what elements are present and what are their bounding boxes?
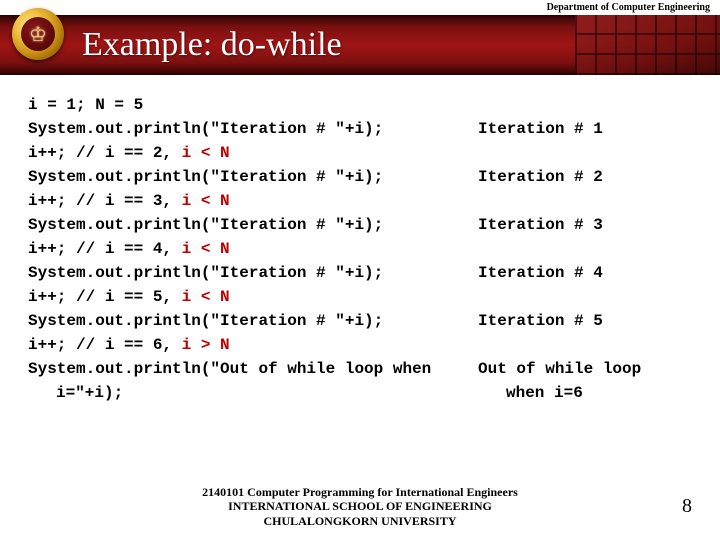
footer-course: 2140101 Computer Programming for Interna… [0,485,720,499]
output-line [478,189,696,213]
page-number: 8 [682,495,692,518]
keyboard-decoration [575,15,720,75]
output-line [478,93,696,117]
code-line: i="+i); [28,381,478,405]
slide-footer: 2140101 Computer Programming for Interna… [0,485,720,528]
code-line: System.out.println("Iteration # "+i); [28,117,478,141]
output-line [478,285,696,309]
slide-header: Department of Computer Engineering Examp… [0,0,720,75]
code-line: i++; // i == 2, i < N [28,141,478,165]
output-line: Out of while loop [478,357,696,381]
code-line: System.out.println("Iteration # "+i); [28,165,478,189]
code-line: System.out.println("Out of while loop wh… [28,357,478,381]
slide-content: i = 1; N = 5 System.out.println("Iterati… [0,75,720,405]
logo-icon: ♔ [29,22,47,47]
footer-university: CHULALONGKORN UNIVERSITY [0,514,720,528]
code-line: i++; // i == 3, i < N [28,189,478,213]
code-line: i++; // i == 4, i < N [28,237,478,261]
output-line: when i=6 [478,381,696,405]
output-line: Iteration # 4 [478,261,696,285]
footer-school: INTERNATIONAL SCHOOL OF ENGINEERING [0,499,720,513]
code-line: i++; // i == 6, i > N [28,333,478,357]
output-column: Iteration # 1 Iteration # 2 Iteration # … [478,93,696,405]
output-line: Iteration # 5 [478,309,696,333]
title-band: Example: do-while [0,15,720,75]
output-line [478,237,696,261]
output-line [478,333,696,357]
code-line: System.out.println("Iteration # "+i); [28,261,478,285]
output-line: Iteration # 3 [478,213,696,237]
code-line: System.out.println("Iteration # "+i); [28,309,478,333]
university-logo: ♔ [12,8,66,68]
code-column: i = 1; N = 5 System.out.println("Iterati… [28,93,478,405]
output-line [478,141,696,165]
output-line: Iteration # 2 [478,165,696,189]
output-line: Iteration # 1 [478,117,696,141]
code-line: System.out.println("Iteration # "+i); [28,213,478,237]
code-line: i = 1; N = 5 [28,93,478,117]
department-label: Department of Computer Engineering [0,0,720,16]
code-line: i++; // i == 5, i < N [28,285,478,309]
